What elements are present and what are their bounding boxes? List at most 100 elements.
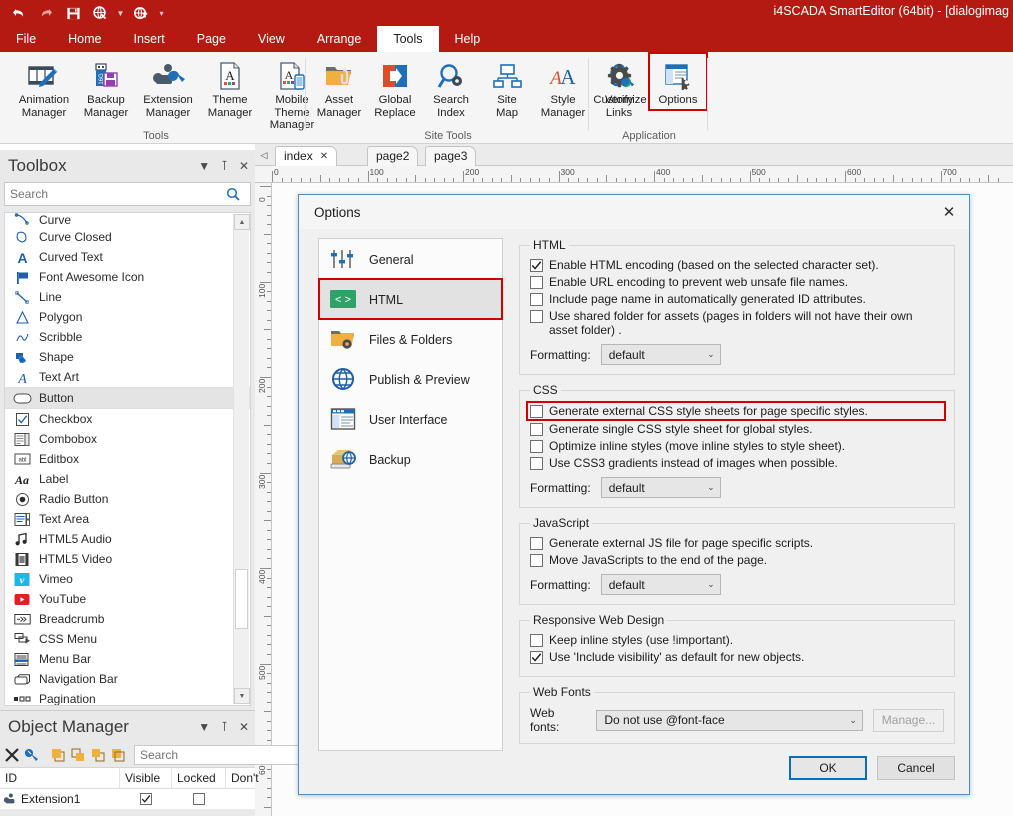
pin-icon[interactable]: ⊺ — [221, 158, 228, 174]
toolbox-item-label[interactable]: Aa Label — [5, 469, 250, 489]
delete-object-icon[interactable] — [4, 745, 20, 765]
checkbox-box[interactable] — [530, 293, 543, 306]
nav-item-user-interface[interactable]: User Interface — [319, 399, 502, 439]
checkbox-box[interactable] — [530, 310, 543, 323]
checkbox-box[interactable] — [530, 440, 543, 453]
locked-checkbox[interactable] — [193, 793, 205, 805]
close-icon[interactable]: ✕ — [937, 201, 961, 223]
close-icon[interactable]: ✕ — [239, 159, 249, 173]
checkbox-keep-inline-styles[interactable]: Keep inline styles (use !important). — [530, 633, 944, 647]
search-input[interactable] — [135, 746, 297, 764]
toolbox-item-curved-text[interactable]: A Curved Text — [5, 247, 250, 267]
visible-checkbox[interactable] — [140, 793, 152, 805]
checkbox-box[interactable] — [530, 537, 543, 550]
close-icon[interactable]: ✕ — [320, 147, 328, 166]
bring-to-front-icon[interactable] — [50, 745, 66, 765]
close-icon[interactable]: ✕ — [239, 720, 249, 734]
dropdown-menu-icon[interactable]: ▼ — [198, 720, 210, 734]
document-tab-index[interactable]: index ✕ — [275, 146, 338, 166]
checkbox-box[interactable] — [530, 276, 543, 289]
scrollbar-thumb[interactable] — [235, 569, 248, 629]
toolbox-item-vimeo[interactable]: v Vimeo — [5, 569, 250, 589]
checkbox-box[interactable] — [530, 634, 543, 647]
nav-item-files-folders[interactable]: Files & Folders — [319, 319, 502, 359]
tab-scroll-left-icon[interactable]: ◁ — [257, 147, 271, 163]
toolbox-item-text-area[interactable]: Text Area — [5, 509, 250, 529]
preview-dropdown-icon[interactable]: ▼ — [116, 9, 125, 18]
bring-forward-icon[interactable] — [70, 745, 86, 765]
checkbox-box[interactable] — [530, 554, 543, 567]
send-backward-icon[interactable] — [90, 745, 106, 765]
ribbon-item-site-map[interactable]: Site Map — [479, 54, 535, 121]
js-formatting-select[interactable]: default ⌄ — [600, 574, 721, 595]
toolbox-item-menu-bar[interactable]: Menu Bar — [5, 649, 250, 669]
ribbon-item-theme-manager[interactable]: A Theme Manager — [202, 54, 258, 134]
toolbox-list[interactable]: Curve Curve Closed A Curved Text Font Awesom… — [4, 212, 251, 706]
preview-icon[interactable] — [89, 2, 111, 24]
checkbox-generate-external-css[interactable]: Generate external CSS style sheets for p… — [526, 401, 946, 421]
object-manager-search[interactable] — [134, 745, 320, 765]
toolbox-item-radio-button[interactable]: Radio Button — [5, 489, 250, 509]
toolbox-item-youtube[interactable]: YouTube — [5, 589, 250, 609]
undo-icon[interactable] — [8, 2, 30, 24]
toolbox-item-font-awesome-icon[interactable]: Font Awesome Icon — [5, 267, 250, 287]
toolbox-item-text-art[interactable]: A Text Art — [5, 367, 250, 387]
nav-item-general[interactable]: General — [319, 239, 502, 279]
menu-tab-tools[interactable]: Tools — [377, 26, 439, 52]
checkbox-move-javascripts-to-end[interactable]: Move JavaScripts to the end of the page. — [530, 553, 944, 567]
toolbox-item-pagination[interactable]: Pagination — [5, 689, 250, 705]
ok-button[interactable]: OK — [789, 756, 867, 780]
toolbox-item-line[interactable]: Line — [5, 287, 250, 307]
nav-item-publish-preview[interactable]: Publish & Preview — [319, 359, 502, 399]
pin-icon[interactable]: ⊺ — [221, 719, 228, 735]
ribbon-item-global-replace[interactable]: Global Replace — [367, 54, 423, 121]
toolbox-scrollbar[interactable]: ▲ ▼ — [233, 214, 250, 704]
checkbox-use-include-visibility[interactable]: Use 'Include visibility' as default for … — [530, 650, 944, 664]
search-icon[interactable] — [226, 187, 250, 201]
checkbox-box[interactable] — [530, 651, 543, 664]
nav-item-backup[interactable]: Backup — [319, 439, 502, 479]
dropdown-menu-icon[interactable]: ▼ — [198, 159, 210, 173]
ribbon-item-search-index[interactable]: Search Index — [423, 54, 479, 121]
menu-tab-insert[interactable]: Insert — [118, 26, 181, 52]
toolbox-item-scribble[interactable]: Scribble — [5, 327, 250, 347]
checkbox-enable-html-encoding[interactable]: Enable HTML encoding (based on the selec… — [530, 258, 944, 272]
ribbon-item-animation-manager[interactable]: Animation Manager — [10, 54, 78, 134]
checkbox-box[interactable] — [530, 259, 543, 272]
web-fonts-select[interactable]: Do not use @font-face ⌄ — [596, 709, 863, 731]
menu-tab-view[interactable]: View — [242, 26, 301, 52]
menu-tab-arrange[interactable]: Arrange — [301, 26, 377, 52]
ribbon-item-asset-manager[interactable]: Asset Manager — [311, 54, 367, 121]
cancel-button[interactable]: Cancel — [877, 756, 955, 780]
ribbon-item-extension-manager[interactable]: Extension Manager — [134, 54, 202, 134]
toolbox-item-combobox[interactable]: Combobox — [5, 429, 250, 449]
checkbox-box[interactable] — [530, 423, 543, 436]
toolbox-item-curve[interactable]: Curve — [5, 213, 250, 227]
save-icon[interactable] — [62, 2, 84, 24]
toolbox-item-checkbox[interactable]: Checkbox — [5, 409, 250, 429]
manage-fonts-button[interactable]: Manage... — [872, 708, 944, 732]
toolbox-item-navigation-bar[interactable]: Navigation Bar — [5, 669, 250, 689]
ribbon-item-options[interactable]: Options — [648, 52, 708, 111]
checkbox-use-css3-gradients[interactable]: Use CSS3 gradients instead of images whe… — [530, 456, 944, 470]
ribbon-item-style-manager[interactable]: A A Style Manager — [535, 54, 591, 121]
html-formatting-select[interactable]: default ⌄ — [600, 344, 721, 365]
send-to-back-icon[interactable] — [110, 745, 126, 765]
menu-tab-help[interactable]: Help — [439, 26, 497, 52]
toolbox-item-css-menu[interactable]: CSS Menu — [5, 629, 250, 649]
css-formatting-select[interactable]: default ⌄ — [600, 477, 721, 498]
publish-icon[interactable] — [130, 2, 152, 24]
toolbox-item-editbox[interactable]: abl Editbox — [5, 449, 250, 469]
checkbox-box[interactable] — [530, 457, 543, 470]
checkbox-box[interactable] — [530, 405, 543, 418]
redo-icon[interactable] — [35, 2, 57, 24]
toolbox-item-polygon[interactable]: Polygon — [5, 307, 250, 327]
toolbox-item-html5-video[interactable]: HTML5 Video — [5, 549, 250, 569]
toolbox-item-curve-closed[interactable]: Curve Closed — [5, 227, 250, 247]
toolbox-item-breadcrumb[interactable]: Breadcrumb — [5, 609, 250, 629]
toolbox-search[interactable] — [4, 182, 251, 206]
table-row[interactable]: Extension1 — [0, 789, 255, 809]
nav-item-html[interactable]: < > HTML — [318, 278, 503, 320]
checkbox-generate-single-css[interactable]: Generate single CSS style sheet for glob… — [530, 422, 944, 436]
menu-tab-home[interactable]: Home — [52, 26, 117, 52]
